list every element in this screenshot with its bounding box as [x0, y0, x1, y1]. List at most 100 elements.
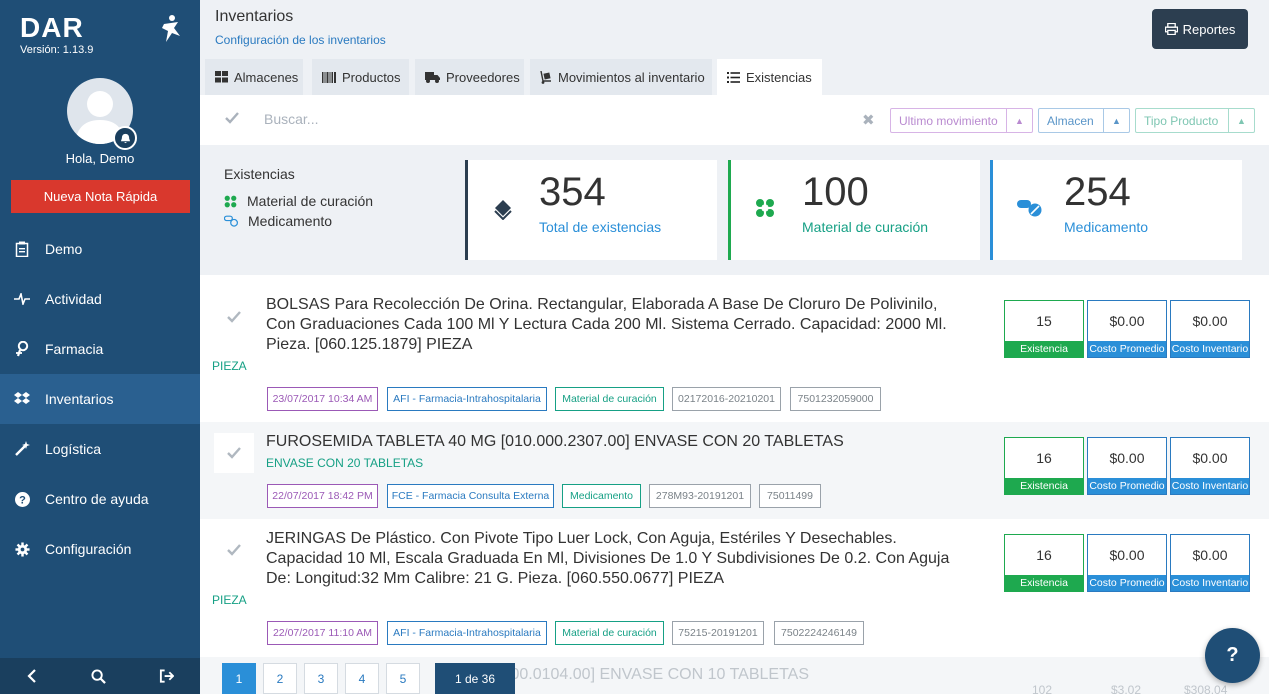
filter-label: Almacen — [1047, 113, 1094, 128]
page-title: Inventarios — [215, 8, 294, 25]
page-button-4[interactable]: 4 — [345, 663, 379, 694]
item-title: BOLSAS Para Recolección De Orina. Rectan… — [266, 296, 947, 353]
stat-costo-promedio: $0.00 Costo Promedio — [1087, 534, 1167, 592]
tag-lot: 02172016-20210201 — [672, 387, 781, 411]
stat-value: 16 — [1036, 547, 1052, 563]
reports-button[interactable]: Reportes — [1152, 9, 1248, 49]
tab-label: Almacenes — [234, 69, 299, 85]
card-caption: Medicamento — [1064, 219, 1149, 235]
card-total-existencias: 354 Total de existencias — [465, 160, 717, 260]
dropbox-icon — [14, 392, 30, 406]
page-button-2[interactable]: 2 — [263, 663, 297, 694]
page-button-1[interactable]: 1 — [222, 663, 256, 694]
item-title: JERINGAS De Plástico. Con Pivote Tipo Lu… — [266, 530, 950, 587]
partial-stat-value: $3.02 — [1111, 683, 1142, 694]
row-select-check-icon[interactable] — [214, 530, 254, 570]
stat-costo-inventario: $0.00 Costo Inventario — [1170, 300, 1250, 358]
tab-proveedores[interactable]: Proveedores — [415, 59, 524, 95]
truck-icon — [425, 71, 440, 83]
quick-note-button[interactable]: Nueva Nota Rápida — [11, 180, 190, 213]
filter-label: Tipo Producto — [1144, 113, 1219, 128]
tab-productos[interactable]: Productos — [312, 59, 409, 95]
clipboard-icon — [14, 241, 30, 257]
notifications-bell-icon[interactable] — [113, 126, 137, 150]
stat-value: 16 — [1036, 450, 1052, 466]
select-all-check-icon[interactable] — [225, 112, 239, 124]
filter-ultimo-movimiento[interactable]: Ultimo movimiento ▲ — [890, 108, 1033, 133]
sidebar-footer — [0, 658, 200, 694]
sidebar-item-label: Farmacia — [45, 341, 104, 357]
clear-search-icon[interactable]: ✖ — [862, 111, 875, 129]
legend-title: Existencias — [224, 166, 295, 182]
stat-label: Existencia — [1005, 575, 1083, 591]
inventory-row[interactable]: FUROSEMIDA TABLETA 40 MG [010.000.2307.0… — [200, 422, 1269, 519]
reports-button-label: Reportes — [1182, 21, 1236, 37]
row-select-check-icon[interactable] — [214, 297, 254, 337]
sidebar-item-demo[interactable]: Demo — [0, 224, 200, 274]
stat-label: Costo Inventario — [1171, 478, 1249, 494]
tab-almacenes[interactable]: Almacenes — [205, 59, 303, 95]
sidebar-item-configuracion[interactable]: Configuración — [0, 524, 200, 574]
inventory-row[interactable]: BOLSAS Para Recolección De Orina. Rectan… — [200, 285, 1269, 422]
collapse-chevron-left-icon[interactable] — [26, 669, 38, 683]
stat-existencia: 15 Existencia — [1004, 300, 1084, 358]
stat-costo-inventario: $0.00 Costo Inventario — [1170, 437, 1250, 495]
sidebar-item-label: Inventarios — [45, 391, 114, 407]
brand-logo-icon — [162, 15, 180, 42]
tab-label: Movimientos al inventario — [558, 69, 705, 85]
sidebar-item-farmacia[interactable]: Farmacia — [0, 324, 200, 374]
help-button[interactable]: ? — [1205, 628, 1260, 683]
page-button-5[interactable]: 5 — [386, 663, 420, 694]
sort-arrows-icon: ▲ — [1228, 109, 1254, 132]
logout-icon[interactable] — [159, 669, 174, 683]
search-icon[interactable] — [91, 668, 106, 684]
search-input[interactable]: Buscar... — [264, 111, 318, 127]
card-value: 254 — [1064, 170, 1131, 214]
legend-label: Material de curación — [247, 193, 374, 209]
sidebar-item-actividad[interactable]: Actividad — [0, 274, 200, 324]
stat-value: $0.00 — [1109, 450, 1145, 466]
partial-stat-value: $308.04 — [1184, 683, 1228, 694]
card-value: 100 — [802, 170, 869, 214]
tab-label: Proveedores — [446, 69, 520, 85]
sidebar-item-centro-de-ayuda[interactable]: ? Centro de ayuda — [0, 474, 200, 524]
inventory-config-link[interactable]: Configuración de los inventarios — [215, 33, 386, 47]
inventory-row[interactable]: JERINGAS De Plástico. Con Pivote Tipo Lu… — [200, 519, 1269, 657]
stat-costo-promedio: $0.00 Costo Promedio — [1087, 300, 1167, 358]
bandage-icon — [756, 199, 774, 217]
tab-movimientos[interactable]: Movimientos al inventario — [530, 59, 712, 95]
tag-lot: 278M93-20191201 — [649, 484, 751, 508]
sidebar-item-label: Demo — [45, 241, 83, 257]
sidebar-item-logistica[interactable]: Logística — [0, 424, 200, 474]
stat-label: Costo Promedio — [1088, 341, 1166, 357]
tag-lot: 75215-20191201 — [672, 621, 764, 645]
row-select-check-icon[interactable] — [214, 433, 254, 473]
item-unit: PIEZA — [212, 593, 247, 607]
sidebar-item-label: Logística — [45, 441, 102, 457]
tab-existencias[interactable]: Existencias — [717, 59, 822, 95]
magic-wand-icon — [14, 441, 30, 457]
sidebar-item-inventarios[interactable]: Inventarios — [0, 374, 200, 424]
partial-stat-value: 102 — [1032, 683, 1053, 694]
page-button-3[interactable]: 3 — [304, 663, 338, 694]
filter-almacen[interactable]: Almacen ▲ — [1038, 108, 1130, 133]
tag-product-type: Medicamento — [562, 484, 641, 508]
gear-icon — [14, 541, 30, 557]
print-icon — [1164, 23, 1178, 35]
sidebar: DAR Versión: 1.13.9 Hola, Demo Nueva Not… — [0, 0, 200, 694]
filter-tipo-producto[interactable]: Tipo Producto ▲ — [1135, 108, 1255, 133]
stat-label: Costo Promedio — [1088, 575, 1166, 591]
summary-panel: Existencias Material de curación Medicam… — [200, 145, 1269, 275]
sort-arrows-icon: ▲ — [1006, 109, 1032, 132]
tag-date: 23/07/2017 10:34 AM — [267, 387, 378, 411]
stat-existencia: 16 Existencia — [1004, 437, 1084, 495]
layers-icon — [494, 200, 512, 220]
stat-label: Costo Inventario — [1171, 575, 1249, 591]
tag-warehouse: AFI - Farmacia-Intrahospitalaria — [387, 387, 547, 411]
stat-value: $0.00 — [1192, 450, 1228, 466]
stat-value: $0.00 — [1109, 313, 1145, 329]
partial-row-title: [010.000.0104.00] ENVASE CON 10 TABLETAS — [466, 666, 810, 683]
sidebar-item-label: Actividad — [45, 291, 102, 307]
dolly-icon — [540, 70, 551, 84]
tag-date: 22/07/2017 18:42 PM — [267, 484, 378, 508]
